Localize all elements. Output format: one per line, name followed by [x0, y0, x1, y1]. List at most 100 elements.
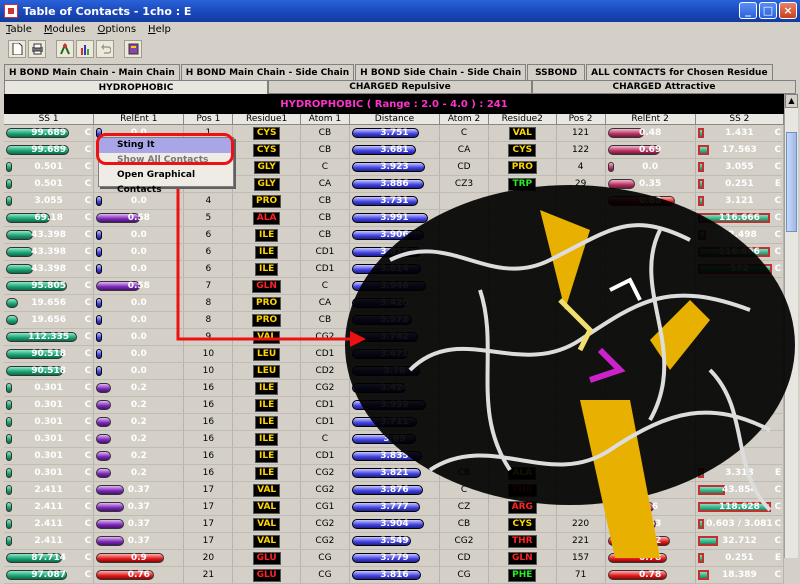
table-cell: CG: [301, 550, 350, 566]
residue-label: VAL: [253, 331, 281, 344]
table-row[interactable]: 0.301 C 0.2 16 ILE CG2 3.424: [4, 380, 785, 397]
column-header[interactable]: SS 2: [695, 114, 785, 125]
residue-label: ARG: [507, 501, 537, 514]
residue-label: LEU: [253, 348, 281, 361]
table-cell: CD1: [301, 397, 350, 413]
residue-label: CYS: [252, 144, 281, 157]
table-cell: [489, 210, 557, 226]
table-row[interactable]: 0.301 C 0.2 16 ILE CG2 3.821 CB ALA 3.318 E: [4, 465, 785, 482]
table-cell: CD: [440, 159, 489, 175]
table-row[interactable]: 2.411 C 0.37 17 VAL CG2 3.876 C THR 43.854 C: [4, 482, 785, 499]
menu-modules[interactable]: Modules: [38, 24, 92, 35]
column-header[interactable]: RelEnt 2: [605, 114, 696, 125]
column-header[interactable]: Pos 2: [556, 114, 606, 125]
table-cell: 10: [184, 363, 234, 379]
table-row[interactable]: 0.301 C 0.2 16 ILE CD1 3.835: [4, 448, 785, 465]
table-row[interactable]: 112.335 C 0.0 9 VAL CG2 3.742: [4, 329, 785, 346]
cell-value: 3.886: [380, 179, 409, 189]
cell-value: 0.301: [34, 417, 63, 427]
table-cell: [440, 193, 489, 209]
scroll-thumb[interactable]: [786, 132, 797, 232]
residue-label: ILE: [255, 399, 279, 412]
tab-charged-repulsive[interactable]: CHARGED Repulsive: [268, 80, 532, 94]
column-header[interactable]: Atom 2: [440, 114, 489, 125]
ss-tag: E: [774, 468, 782, 478]
table-cell: [557, 414, 606, 430]
table-row[interactable]: 2.411 C 0.37 17 VAL CG2 3.549 CG2 THR 221 0.82 32.7…: [4, 533, 785, 550]
tab-charged-attractive[interactable]: CHARGED Attractive: [532, 80, 796, 94]
tab-hydrophobic[interactable]: HYDROPHOBIC: [4, 80, 268, 94]
residue-label: GLU: [252, 569, 281, 582]
column-header[interactable]: Residue1: [233, 114, 301, 125]
table-row[interactable]: 0.301 C 0.2 16 ILE C 3.69: [4, 431, 785, 448]
table-cell: CB: [301, 227, 350, 243]
column-header[interactable]: RelEnt 1: [94, 114, 185, 125]
cell-value: 17.563: [722, 145, 757, 155]
table-row[interactable]: 90.518 C 0.0 10 LEU CD1 3.471: [4, 346, 785, 363]
menu-options[interactable]: Options: [91, 24, 142, 35]
tab-ssbond[interactable]: SSBOND: [527, 64, 586, 80]
table-row[interactable]: 90.518 C 0.0 10 LEU CD2 3.78: [4, 363, 785, 380]
cell-value: 0.0: [130, 230, 147, 240]
tab-hbond-main-main[interactable]: H BOND Main Chain - Main Chain: [4, 64, 180, 80]
tab-hbond-main-side[interactable]: H BOND Main Chain - Side Chain: [180, 64, 355, 80]
undo-button[interactable]: [96, 40, 114, 58]
residue-label: GLN: [507, 552, 537, 565]
table-row[interactable]: 95.805 C 0.58 7 GLN C 3.946: [4, 278, 785, 295]
maximize-button[interactable]: □: [759, 2, 777, 19]
minimize-button[interactable]: _: [739, 2, 757, 19]
column-header[interactable]: Pos 1: [184, 114, 234, 125]
table-cell: [440, 227, 489, 243]
chart-button[interactable]: [76, 40, 94, 58]
table-cell: CG1: [301, 499, 350, 515]
graph-view-button[interactable]: [56, 40, 74, 58]
table-cell: CA: [301, 176, 350, 192]
cell-value: 43.398: [31, 230, 66, 240]
cell-value: 3.78: [383, 366, 406, 376]
column-header[interactable]: Distance: [349, 114, 441, 125]
cell-value: 0.37: [127, 519, 150, 529]
cell-value: 3.428: [380, 298, 409, 308]
tab-hbond-side-side[interactable]: H BOND Side Chain - Side Chain: [355, 64, 527, 80]
ss-tag: C: [84, 196, 92, 206]
residue-label: ILE: [255, 382, 279, 395]
table-cell: [440, 380, 489, 396]
table-cell: CG2: [301, 516, 350, 532]
ss-tag: C: [774, 247, 782, 257]
table-row[interactable]: 2.411 C 0.37 17 VAL CG1 3.777 CZ ARG 0.6 118.628 C: [4, 499, 785, 516]
tab-all-contacts[interactable]: ALL CONTACTS for Chosen Residue: [586, 64, 773, 80]
new-document-button[interactable]: [8, 40, 26, 58]
close-button[interactable]: ×: [779, 2, 797, 19]
table-cell: CZ3: [440, 176, 489, 192]
table-row[interactable]: 43.398 C 0.0 6 ILE CD1 3.814 572 C: [4, 261, 785, 278]
menu-help[interactable]: Help: [142, 24, 177, 35]
table-row[interactable]: 87.714 C 0.9 20 GLU CG 3.779 CD GLN 157 0.78 0.251 E: [4, 550, 785, 567]
scroll-up-arrow[interactable]: ▲: [785, 94, 798, 108]
table-row[interactable]: 19.656 C 0.0 8 PRO CB 3.572: [4, 312, 785, 329]
column-header[interactable]: Residue2: [488, 114, 557, 125]
column-header[interactable]: Atom 1: [300, 114, 350, 125]
vertical-scrollbar[interactable]: ▲: [784, 94, 798, 558]
table-row[interactable]: 0.301 C 0.2 16 ILE CD1 3.939: [4, 397, 785, 414]
menu-table[interactable]: Table: [0, 24, 38, 35]
table-row[interactable]: 43.398 C 0.0 6 ILE CD1 3.815 116.666 C: [4, 244, 785, 261]
table-row[interactable]: 19.656 C 0.0 8 PRO CA 3.428: [4, 295, 785, 312]
ss-tag: C: [774, 570, 782, 580]
cell-value: 0.78: [639, 570, 662, 580]
column-header[interactable]: SS 1: [4, 114, 95, 125]
table-cell: 17: [184, 499, 234, 515]
table-row[interactable]: 97.087 C 0.76 21 GLU CG 3.816 CG PHE 71 0.78 18.389…: [4, 567, 785, 584]
cell-value: 3.751: [380, 128, 409, 138]
table-row[interactable]: 2.411 C 0.37 17 VAL CG2 3.904 CB CYS 220 0.63 0.603…: [4, 516, 785, 533]
menu-item-open-graphical-contacts[interactable]: Open Graphical Contacts: [99, 168, 233, 195]
table-row[interactable]: 43.398 C 0.0 6 ILE CB 3.906 12.498 C: [4, 227, 785, 244]
residue-label: GLU: [252, 552, 281, 565]
ss-tag: C: [84, 468, 92, 478]
cell-value: 43.398: [31, 264, 66, 274]
help-book-button[interactable]: [124, 40, 142, 58]
print-button[interactable]: [28, 40, 46, 58]
table-row[interactable]: 0.301 C 0.2 16 ILE CD1 3.711: [4, 414, 785, 431]
table-row[interactable]: 69.18 C 0.58 5 ALA CB 3.991 116.666 C: [4, 210, 785, 227]
ss-tag: C: [774, 196, 782, 206]
table-cell: [440, 261, 489, 277]
